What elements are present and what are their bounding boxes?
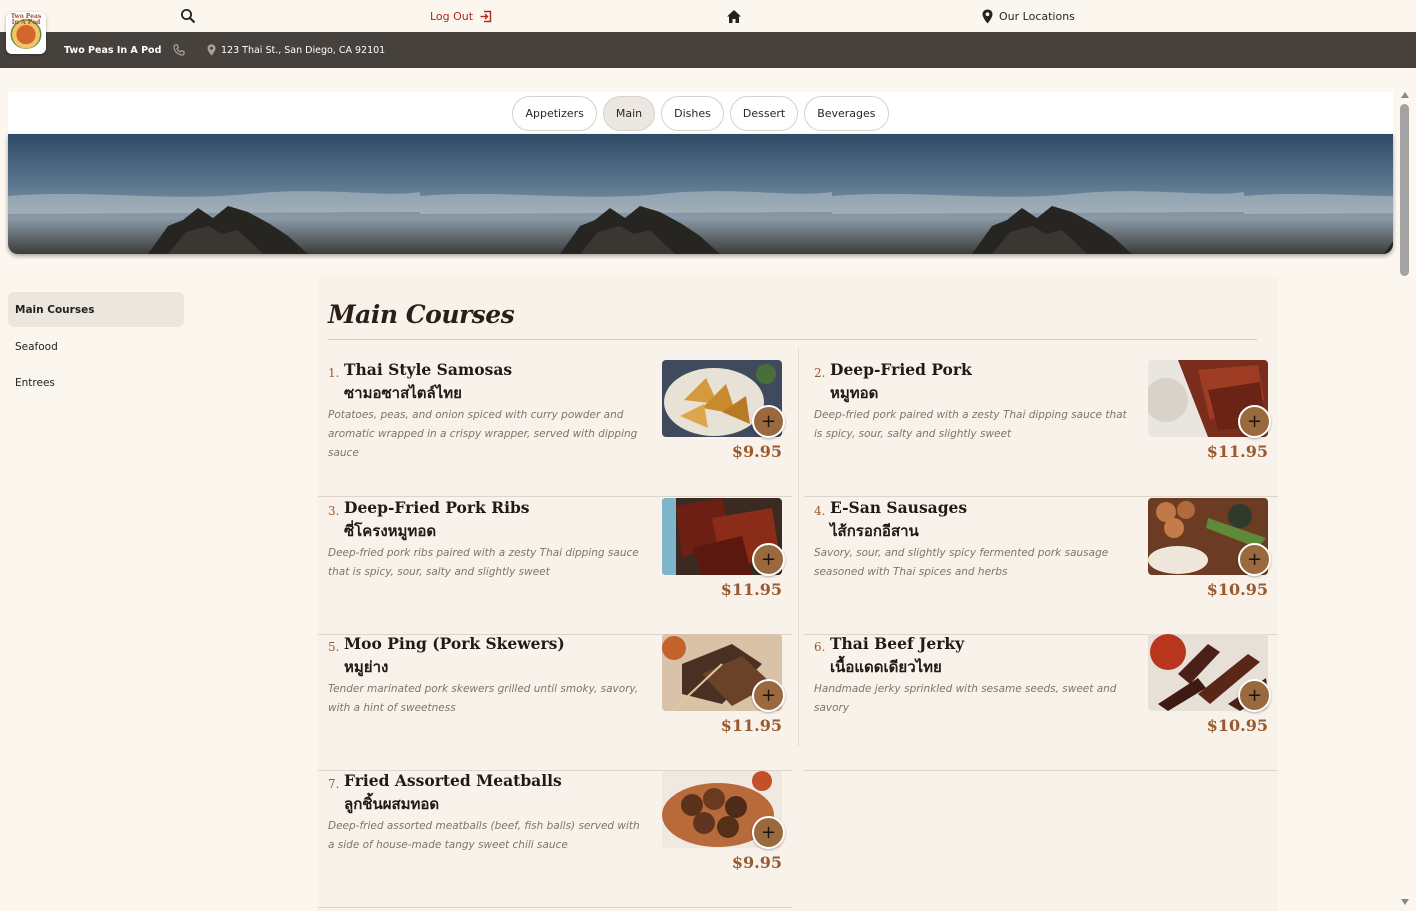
item-name: Deep-Fried Pork Ribs (344, 498, 530, 517)
item-thai-name: หมูย่าง (344, 658, 389, 676)
item-number: 4. (814, 504, 826, 518)
tab-appetizers[interactable]: Appetizers (512, 95, 597, 131)
item-number: 6. (814, 640, 826, 654)
our-locations-label: Our Locations (999, 9, 1075, 23)
item-name: Fried Assorted Meatballs (344, 771, 562, 790)
menu-panel: Main Courses 1. Thai Style Samosas ซามอซ… (318, 276, 1278, 911)
phone-icon[interactable] (173, 44, 185, 56)
item-price: $11.95 (720, 716, 782, 735)
home-button[interactable] (726, 0, 742, 32)
sidebar-item-entrees[interactable]: Entrees (8, 365, 184, 400)
logout-button[interactable]: Log Out (430, 0, 492, 32)
item-description: Handmade jerky sprinkled with sesame see… (814, 683, 1117, 714)
item-description: Savory, sour, and slightly spicy ferment… (814, 547, 1109, 578)
item-number: 7. (328, 777, 340, 791)
divider (328, 339, 1257, 340)
item-thai-name: เนื้อแดดเดียวไทย (830, 658, 942, 676)
item-price: $11.95 (1206, 442, 1268, 461)
add-to-cart-button[interactable]: + (752, 679, 785, 712)
add-to-cart-button[interactable]: + (752, 405, 785, 438)
item-price: $10.95 (1206, 716, 1268, 735)
item-price: $9.95 (731, 442, 782, 461)
banner-landscape-image (832, 134, 1244, 254)
add-to-cart-button[interactable]: + (1238, 543, 1271, 576)
menu-item[interactable]: 7. Fried Assorted Meatballs ลูกชิ้นผสมทอ… (318, 771, 792, 908)
banner-landscape-image (420, 134, 832, 254)
logo-text: Two Peas In A Pod (10, 13, 42, 26)
scrollbar-thumb[interactable] (1400, 104, 1409, 276)
item-number: 2. (814, 366, 826, 380)
add-to-cart-button[interactable]: + (752, 816, 785, 849)
restaurant-name: Two Peas In A Pod (64, 44, 162, 56)
add-to-cart-button[interactable]: + (1238, 405, 1271, 438)
item-number: 3. (328, 504, 340, 518)
item-description: Potatoes, peas, and onion spiced with cu… (328, 409, 638, 459)
address-text: 123 Thai St., San Diego, CA 92101 (221, 44, 386, 56)
tab-main[interactable]: Main (602, 95, 656, 131)
item-name: E-San Sausages (830, 498, 968, 517)
add-to-cart-button[interactable]: + (1238, 679, 1271, 712)
sidebar-item-seafood[interactable]: Seafood (8, 329, 184, 364)
item-name: Thai Beef Jerky (830, 634, 965, 653)
tab-beverages[interactable]: Beverages (804, 95, 889, 131)
sidebar-item-main-courses[interactable]: Main Courses (8, 292, 184, 327)
scroll-up-arrow-icon[interactable] (1401, 92, 1409, 98)
column-divider (798, 348, 799, 746)
item-price: $11.95 (720, 580, 782, 599)
item-thai-name: ลูกชิ้นผสมทอด (344, 795, 440, 813)
search-icon (181, 9, 196, 24)
item-thai-name: ซี่โครงหมูทอด (344, 522, 437, 540)
search-button[interactable] (180, 0, 196, 32)
item-name: Thai Style Samosas (344, 360, 513, 379)
banner-landscape-image (8, 134, 420, 254)
hero-banner (8, 134, 1393, 254)
item-name: Moo Ping (Pork Skewers) (344, 634, 565, 653)
home-icon (727, 9, 741, 23)
menu-item[interactable]: 5. Moo Ping (Pork Skewers) หมูย่าง Tende… (318, 634, 792, 771)
top-nav: Log Out Our Locations (0, 0, 1416, 32)
add-to-cart-button[interactable]: + (752, 543, 785, 576)
item-thai-name: ซามอซาสไตล์ไทย (344, 384, 462, 402)
our-locations-link[interactable]: Our Locations (982, 0, 1075, 32)
restaurant-logo[interactable]: Two Peas In A Pod (6, 12, 46, 54)
item-number: 5. (328, 640, 340, 654)
scroll-down-arrow-icon[interactable] (1401, 899, 1409, 905)
item-description: Tender marinated pork skewers grilled un… (328, 683, 639, 714)
tab-dishes[interactable]: Dishes (661, 95, 724, 131)
location-pin-icon (207, 44, 216, 56)
logout-label: Log Out (430, 9, 474, 23)
tab-dessert[interactable]: Dessert (729, 95, 799, 131)
item-price: $10.95 (1206, 580, 1268, 599)
menu-item[interactable]: 4. E-San Sausages ไส้กรอกอีสาน Savory, s… (804, 498, 1278, 635)
item-description: Deep-fried pork ribs paired with a zesty… (328, 547, 639, 578)
item-price: $9.95 (731, 853, 782, 872)
item-number: 1. (328, 366, 340, 380)
item-description: Deep-fried pork paired with a zesty Thai… (814, 409, 1127, 440)
item-thai-name: หมูทอด (830, 384, 879, 402)
section-title: Main Courses (328, 300, 515, 329)
logout-icon (480, 10, 492, 22)
item-thai-name: ไส้กรอกอีสาน (830, 522, 919, 540)
category-tabs: Appetizers Main Dishes Dessert Beverages (8, 92, 1393, 134)
menu-item[interactable]: 1. Thai Style Samosas ซามอซาสไตล์ไทย Pot… (318, 360, 792, 497)
menu-item[interactable]: 3. Deep-Fried Pork Ribs ซี่โครงหมูทอด De… (318, 498, 792, 635)
address[interactable]: 123 Thai St., San Diego, CA 92101 (207, 44, 385, 56)
menu-item[interactable]: 2. Deep-Fried Pork หมูทอด Deep-fried por… (804, 360, 1278, 497)
info-bar: Two Peas In A Pod 123 Thai St., San Dieg… (0, 32, 1416, 68)
item-description: Deep-fried assorted meatballs (beef, fis… (328, 820, 640, 851)
item-name: Deep-Fried Pork (830, 360, 972, 379)
location-pin-icon (982, 9, 993, 23)
banner-landscape-image (1244, 134, 1393, 254)
menu-item[interactable]: 6. Thai Beef Jerky เนื้อแดดเดียวไทย Hand… (804, 634, 1278, 771)
